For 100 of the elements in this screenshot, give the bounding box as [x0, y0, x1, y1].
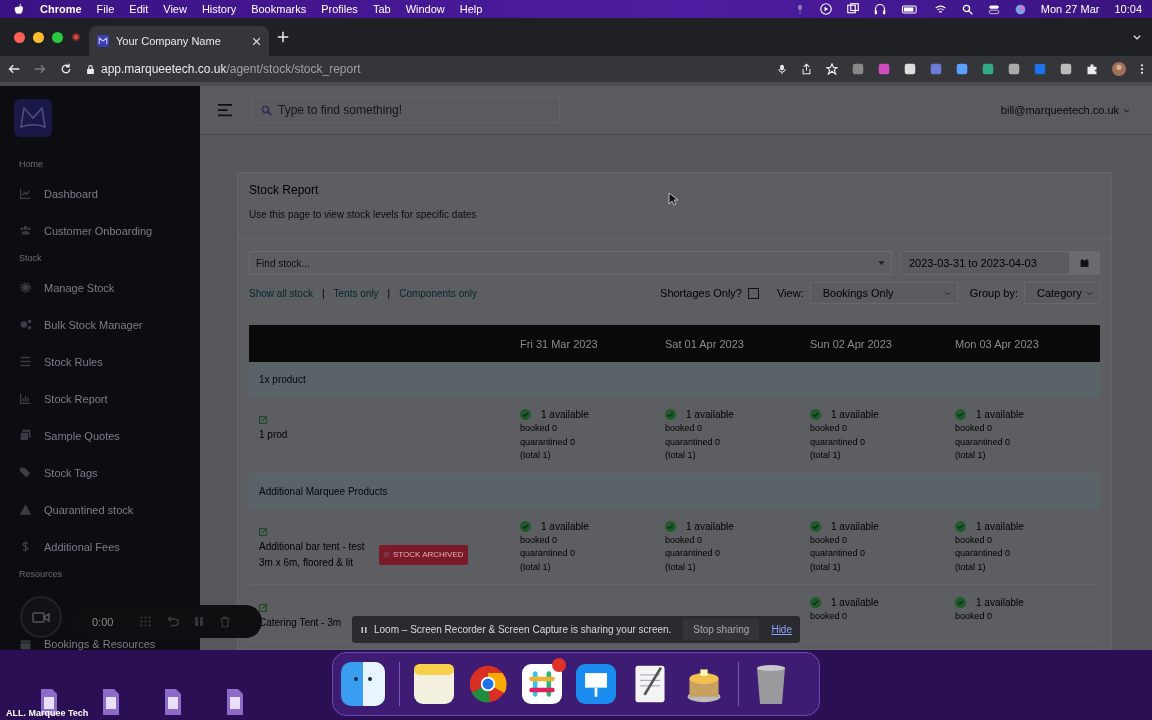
menu-item[interactable]: Edit [129, 3, 149, 15]
menu-bar-time: 10:04 [1114, 3, 1142, 15]
quarantined-count: quarantined 0 [955, 547, 1011, 560]
sidebar-item[interactable]: Manage Stock [14, 269, 115, 306]
stop-sharing-button[interactable]: Stop sharing [683, 619, 760, 640]
quarantined-count: quarantined 0 [665, 435, 721, 449]
available-count: 1 available [976, 597, 1024, 608]
chevron-down-icon [1132, 32, 1142, 42]
chart-icon [19, 187, 32, 200]
available-count: 1 available [686, 520, 734, 532]
menu-item[interactable]: Window [405, 3, 445, 15]
menu-item[interactable]: Bookmarks [251, 3, 307, 15]
menu-item[interactable]: File [96, 3, 115, 15]
gear-icon [19, 281, 32, 294]
find-stock-dropdown[interactable]: Find stock... [249, 251, 892, 275]
archived-badge: STOCK ARCHIVED [379, 544, 468, 565]
booked-count: booked 0 [955, 422, 993, 435]
close-window-button[interactable] [14, 31, 25, 43]
check-circle-icon [520, 409, 531, 420]
total-count: (total 1) [810, 560, 841, 574]
check-circle-icon [665, 409, 676, 420]
minimize-window-button[interactable] [33, 31, 44, 43]
menu-item[interactable]: History [201, 3, 237, 15]
sidebar-item[interactable]: Sample Quotes [14, 417, 120, 454]
quarantined-count: quarantined 0 [810, 435, 866, 449]
product-name: 1 prod [259, 428, 288, 442]
group-by-select[interactable]: Category [1024, 282, 1100, 304]
forward-icon [34, 63, 46, 75]
edit-icon [259, 603, 268, 612]
available-count: 1 available [976, 520, 1024, 532]
total-count: (total 1) [520, 560, 551, 574]
search-icon [261, 104, 272, 116]
sidebar-item[interactable]: Bookings & Resources [14, 634, 156, 650]
total-count: (total 1) [665, 449, 696, 462]
total-count: (total 1) [665, 560, 696, 574]
booked-count: booked 0 [955, 610, 993, 623]
booked-count: booked 0 [665, 533, 703, 547]
booked-count: booked 0 [665, 422, 703, 435]
check-circle-icon [955, 597, 966, 608]
extension-icon [878, 63, 890, 75]
app-menu[interactable]: Chrome [40, 3, 82, 15]
play-circle-icon [819, 3, 832, 15]
total-count: (total 1) [520, 449, 551, 462]
lock-icon [86, 63, 95, 75]
extension-icon [956, 63, 968, 75]
recording-timer: 0:00 [92, 615, 114, 628]
sidebar-item[interactable]: Customer Onboarding [14, 212, 153, 249]
sidebar-item[interactable]: Stock Report [14, 380, 108, 417]
menu-item[interactable]: Profiles [321, 3, 358, 15]
available-count: 1 available [831, 597, 879, 608]
sidebar-section-label: Home [19, 159, 43, 171]
sidebar-item[interactable]: Dashboard [14, 175, 98, 212]
close-icon [252, 36, 261, 46]
quarantined-count: quarantined 0 [520, 547, 576, 560]
copies-icon [19, 429, 32, 442]
booked-count: booked 0 [520, 533, 558, 547]
check-circle-icon [520, 520, 531, 532]
star-icon [826, 63, 838, 75]
menu-item[interactable]: Tab [372, 3, 391, 15]
menu-item[interactable]: View [163, 3, 187, 15]
check-circle-icon [810, 597, 821, 608]
available-count: 1 available [541, 409, 589, 420]
sidebar-item[interactable]: Additional Fees [14, 528, 120, 565]
group-by-label: Group by: [969, 287, 1018, 299]
document-icon [226, 688, 244, 716]
logo-icon[interactable] [14, 99, 52, 137]
sidebar-item[interactable]: Stock Rules [14, 343, 103, 380]
view-select[interactable]: Bookings Only [809, 282, 958, 304]
user-menu[interactable]: bill@marqueetech.co.uk [1000, 104, 1130, 116]
sidebar-item[interactable]: Quarantined stock [14, 491, 134, 528]
extension-icon [982, 63, 994, 75]
browser-tab[interactable]: Your Company Name [89, 26, 269, 56]
shortages-checkbox[interactable] [748, 287, 759, 299]
check-circle-icon [810, 520, 821, 532]
group-heading: 1x product [259, 374, 306, 385]
bar-chart-icon [19, 392, 32, 405]
menu-item[interactable]: Help [459, 3, 483, 15]
sidebar-item[interactable]: Bulk Stock Manager [14, 306, 143, 343]
zoom-window-button[interactable] [52, 31, 63, 43]
search-field[interactable]: Type to find something! [252, 97, 560, 123]
available-count: 1 available [831, 520, 879, 532]
total-count: (total 1) [955, 560, 986, 574]
pause-icon [193, 615, 206, 628]
edit-icon [259, 526, 268, 536]
tags-icon [19, 466, 32, 479]
notification-badge [552, 658, 566, 672]
page-title: Stock Report [249, 183, 319, 197]
notepad-icon [414, 664, 454, 704]
grid-icon [139, 615, 153, 628]
document-icon [102, 688, 120, 716]
sidebar-item[interactable]: Stock Tags [14, 454, 98, 491]
extension-icon [930, 63, 942, 75]
hide-link[interactable]: Hide [771, 624, 792, 635]
check-circle-icon [665, 520, 676, 532]
undo-icon [166, 615, 180, 628]
available-count: 1 available [686, 409, 734, 420]
record-icon [71, 32, 81, 42]
warning-icon [19, 503, 32, 516]
extension-icon [904, 63, 916, 75]
total-count: (total 1) [955, 449, 986, 462]
